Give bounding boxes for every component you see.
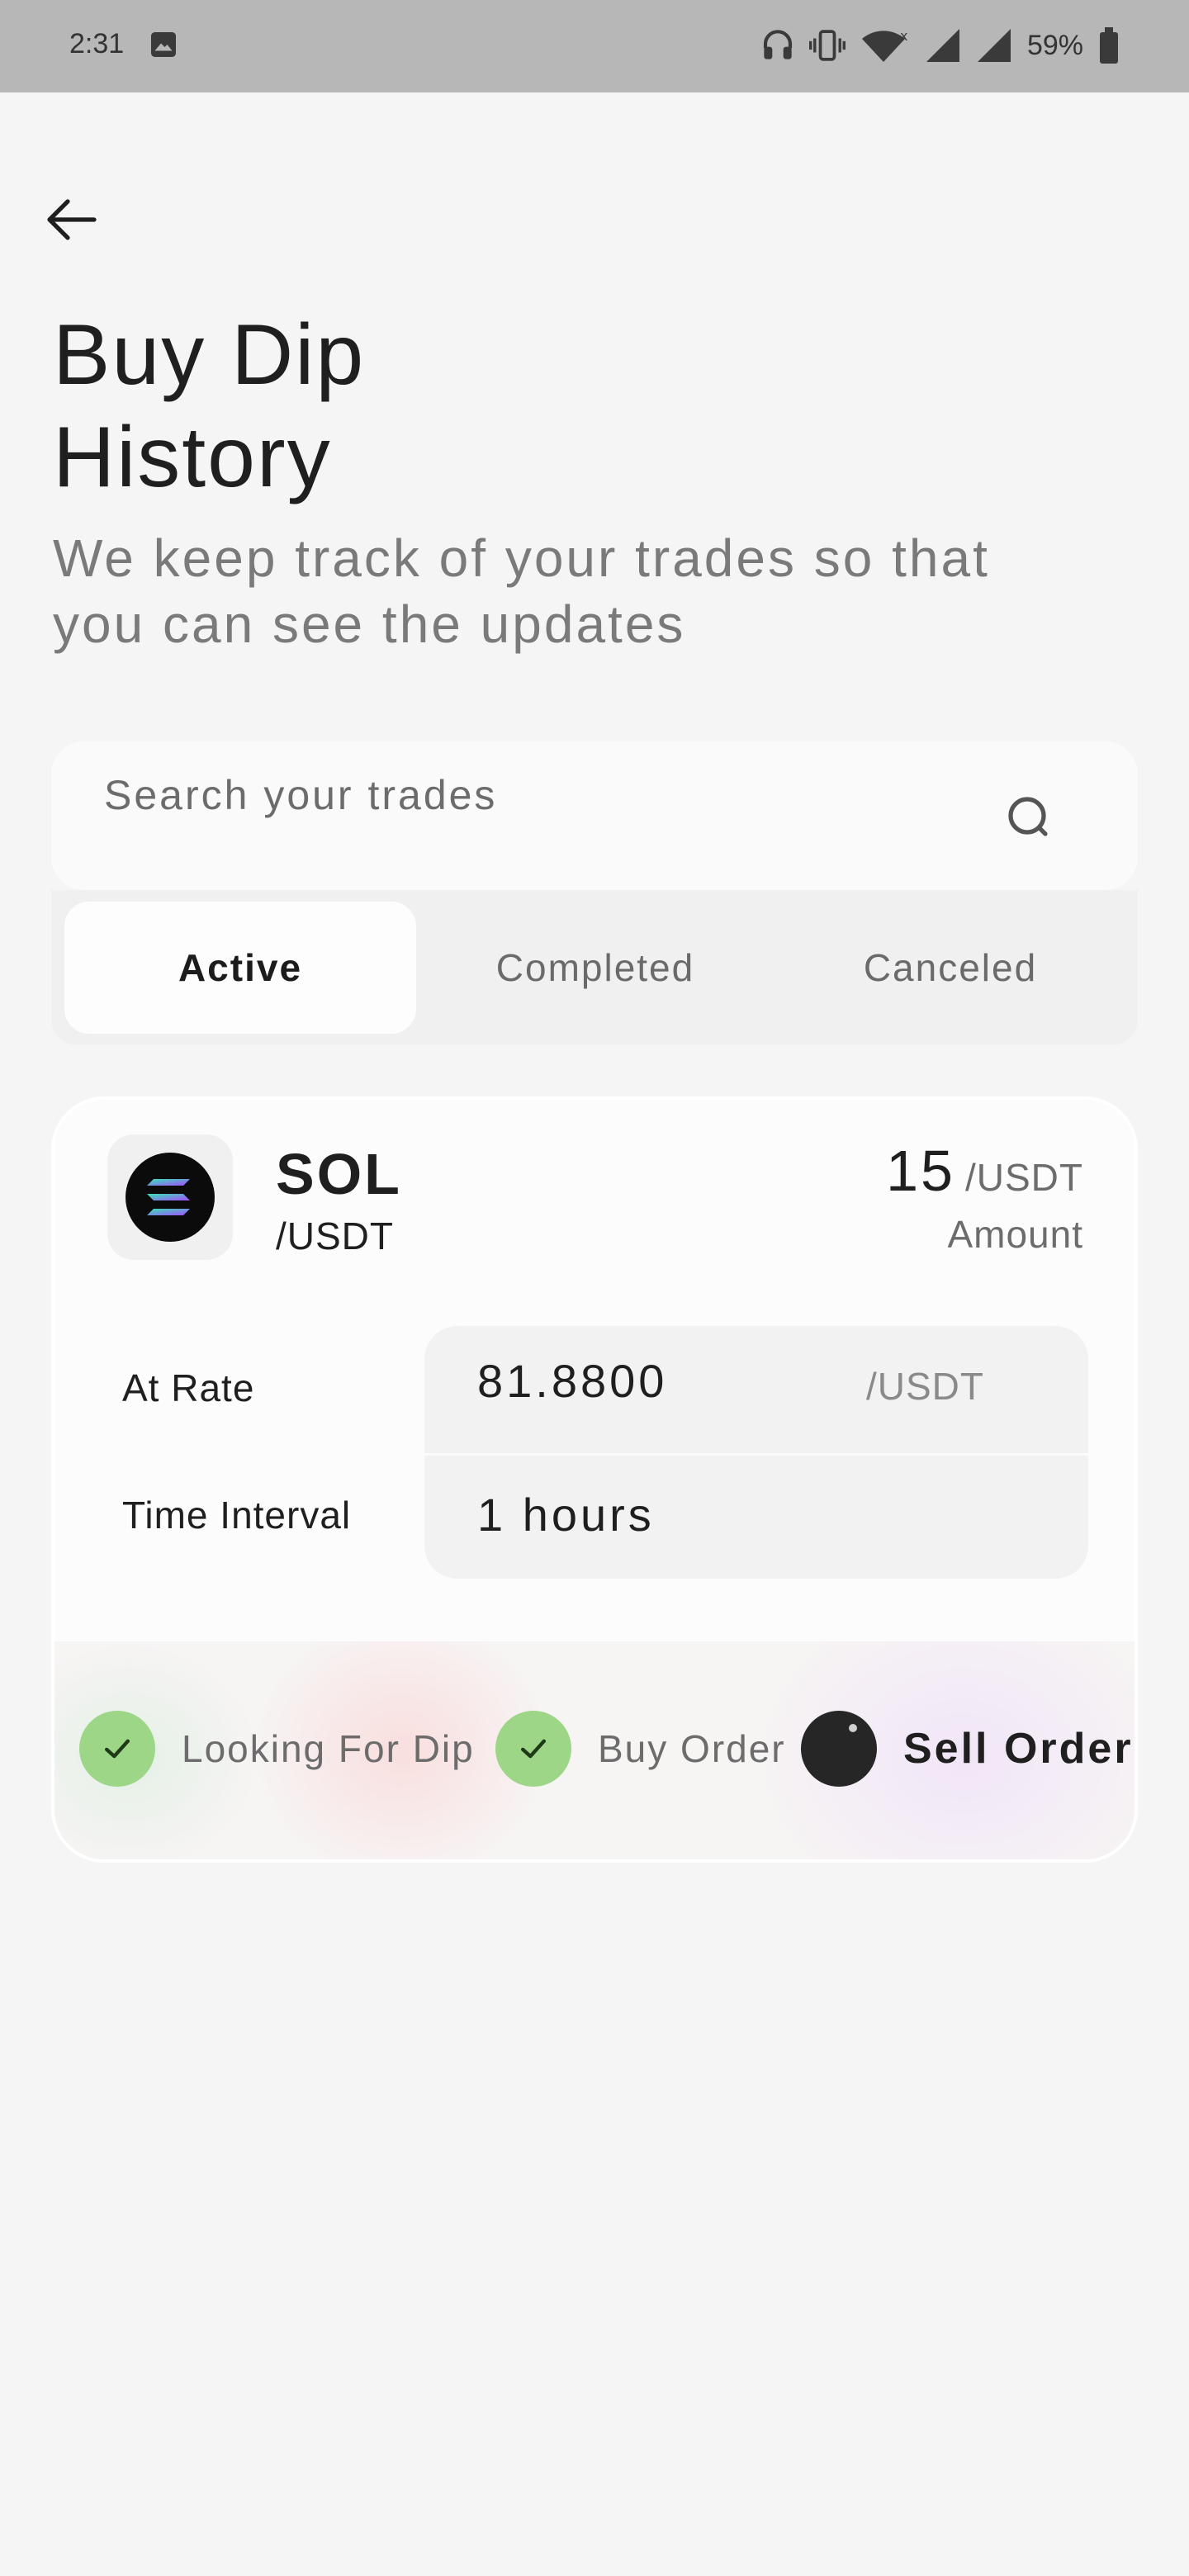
search-input[interactable]	[102, 769, 981, 821]
trade-card[interactable]: SOL /USDT 15 /USDT Amount At Rate Time I…	[51, 1096, 1138, 1863]
step-label: Sell Order	[903, 1725, 1134, 1773]
wifi-icon: x	[861, 28, 907, 62]
battery-icon	[1100, 27, 1118, 64]
current-step-dot-icon	[801, 1711, 877, 1787]
divider	[424, 1453, 1088, 1456]
back-arrow-icon[interactable]	[45, 197, 97, 243]
tab-active[interactable]: Active	[64, 902, 416, 1034]
page-subtitle: We keep track of your trades so that you…	[53, 528, 990, 654]
page-title-line1: Buy Dip	[53, 307, 366, 403]
amount-label: Amount	[947, 1213, 1083, 1256]
rate-label: At Rate	[122, 1366, 255, 1409]
checkmark-icon	[79, 1711, 155, 1787]
status-icons: x 59%	[761, 25, 1120, 66]
page-title-line2: History	[53, 410, 332, 505]
step-label: Buy Order	[598, 1727, 786, 1770]
status-time: 2:31	[69, 28, 125, 59]
status-tabs: Active Completed Canceled	[51, 890, 1138, 1045]
step-label: Looking For Dip	[182, 1727, 475, 1770]
vibrate-icon	[808, 30, 846, 61]
amount-value: 15	[886, 1139, 955, 1203]
step-buy-order: Buy Order	[495, 1711, 786, 1787]
status-bar: 2:31 x 59%	[0, 0, 1189, 92]
search-bar	[51, 741, 1138, 890]
order-progress: Looking For Dip Buy Order Sell Order	[54, 1641, 1135, 1859]
tab-completed[interactable]: Completed	[419, 902, 771, 1034]
solana-logo-icon	[126, 1153, 215, 1242]
rate-unit: /USDT	[866, 1365, 984, 1408]
tab-canceled[interactable]: Canceled	[775, 902, 1126, 1034]
coin-symbol: SOL	[276, 1142, 402, 1206]
rate-value: 81.8800	[477, 1355, 668, 1407]
signal-icon-2	[977, 29, 1011, 62]
battery-percent: 59%	[1026, 29, 1083, 61]
interval-value: 1 hours	[477, 1489, 655, 1541]
interval-label: Time Interval	[122, 1494, 352, 1537]
headphones-icon	[763, 30, 793, 59]
coin-pair: /USDT	[276, 1215, 394, 1257]
checkmark-icon	[495, 1711, 571, 1787]
step-sell-order: Sell Order	[801, 1711, 1134, 1787]
svg-text:x: x	[900, 28, 907, 44]
page-title: Buy Dip History	[53, 304, 631, 509]
coin-icon-box	[107, 1134, 233, 1260]
signal-icon	[926, 29, 959, 62]
gallery-notification-icon	[151, 32, 176, 57]
step-looking-for-dip: Looking For Dip	[79, 1711, 475, 1787]
rate-details-box: 81.8800 /USDT 1 hours	[424, 1326, 1088, 1579]
amount-row: 15 /USDT	[886, 1138, 1083, 1204]
amount-unit: /USDT	[965, 1156, 1083, 1199]
search-icon[interactable]	[1006, 794, 1052, 841]
